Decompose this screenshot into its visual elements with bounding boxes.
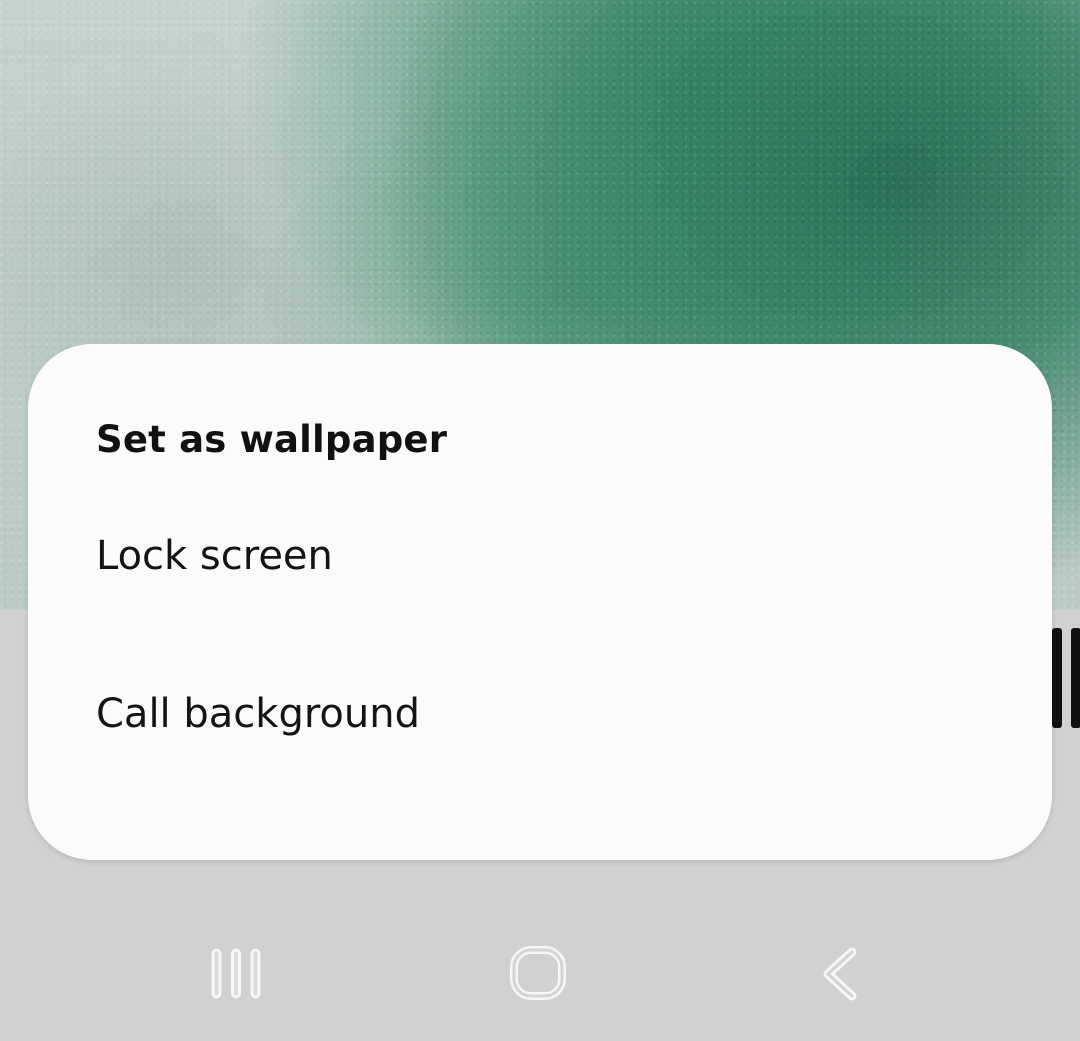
dialog-title: Set as wallpaper: [96, 418, 448, 461]
navigation-bar: [0, 920, 1080, 1041]
option-label: Call background: [96, 691, 420, 737]
recents-button[interactable]: [181, 940, 291, 1010]
back-icon: [823, 947, 857, 1001]
screen: Set as wallpaper Lock screen Call backgr…: [0, 0, 1080, 1041]
recents-icon: [211, 948, 261, 999]
home-button[interactable]: [483, 940, 593, 1010]
call-background-option[interactable]: Call background: [28, 644, 1052, 784]
home-icon: [510, 946, 566, 1000]
back-button[interactable]: [786, 940, 896, 1010]
lock-screen-option[interactable]: Lock screen: [28, 489, 1052, 629]
option-label: Lock screen: [96, 533, 333, 579]
set-wallpaper-dialog: Set as wallpaper Lock screen Call backgr…: [28, 344, 1052, 860]
thumbnail-edge: [1071, 628, 1080, 728]
thumbnail-edge: [1052, 628, 1062, 728]
